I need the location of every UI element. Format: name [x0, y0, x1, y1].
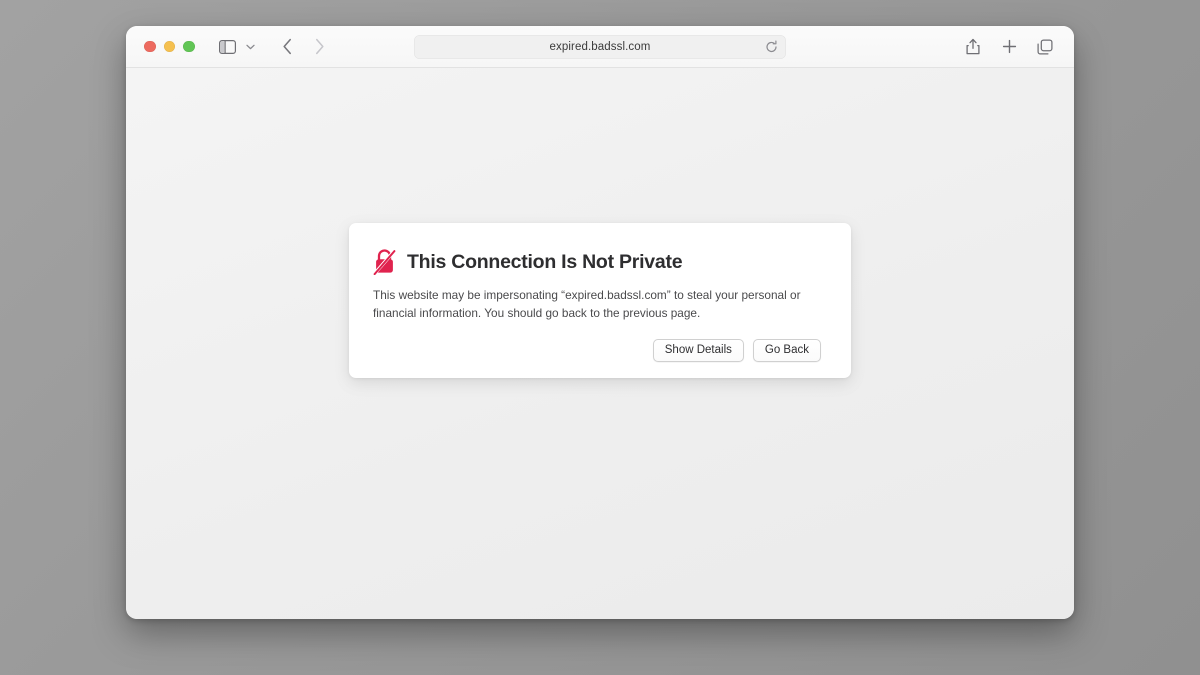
address-bar[interactable]: expired.badssl.com	[414, 34, 786, 59]
broken-lock-icon	[373, 249, 396, 275]
back-button[interactable]	[275, 35, 301, 59]
browser-toolbar: expired.badssl.com	[126, 26, 1074, 68]
new-tab-button[interactable]	[996, 35, 1022, 59]
forward-button[interactable]	[307, 35, 333, 59]
page-content: This Connection Is Not Private This webs…	[126, 68, 1074, 619]
close-window-button[interactable]	[144, 40, 156, 53]
sidebar-toggle-button[interactable]	[215, 35, 241, 59]
dialog-title: This Connection Is Not Private	[407, 250, 683, 273]
sidebar-dropdown-button[interactable]	[243, 35, 259, 59]
address-bar-container: expired.badssl.com	[414, 34, 786, 59]
show-details-button[interactable]: Show Details	[652, 338, 744, 362]
sidebar-icon	[219, 39, 236, 54]
navigation-controls	[275, 35, 333, 59]
chevron-down-icon	[246, 44, 255, 49]
toolbar-right-controls	[960, 35, 1062, 59]
dialog-message: This website may be impersonating “expir…	[373, 288, 801, 320]
chevron-right-icon	[316, 38, 324, 55]
browser-window: expired.badssl.com This Connection Is No…	[126, 26, 1074, 619]
plus-icon	[1002, 39, 1016, 54]
tab-overview-icon	[1037, 38, 1053, 55]
chevron-left-icon	[283, 38, 291, 55]
minimize-window-button[interactable]	[163, 40, 175, 53]
share-icon	[966, 38, 980, 55]
dialog-header: This Connection Is Not Private	[373, 249, 821, 275]
certificate-warning-dialog: This Connection Is Not Private This webs…	[349, 223, 851, 378]
go-back-button[interactable]: Go Back	[752, 338, 821, 362]
reload-icon	[766, 40, 777, 52]
tab-overview-button[interactable]	[1032, 35, 1058, 59]
dialog-actions: Show Details Go Back	[373, 338, 821, 362]
url-text: expired.badssl.com	[549, 40, 651, 53]
reload-button[interactable]	[764, 39, 779, 54]
maximize-window-button[interactable]	[183, 40, 195, 53]
share-button[interactable]	[960, 35, 986, 59]
window-controls	[144, 40, 195, 53]
sidebar-controls	[215, 35, 259, 59]
